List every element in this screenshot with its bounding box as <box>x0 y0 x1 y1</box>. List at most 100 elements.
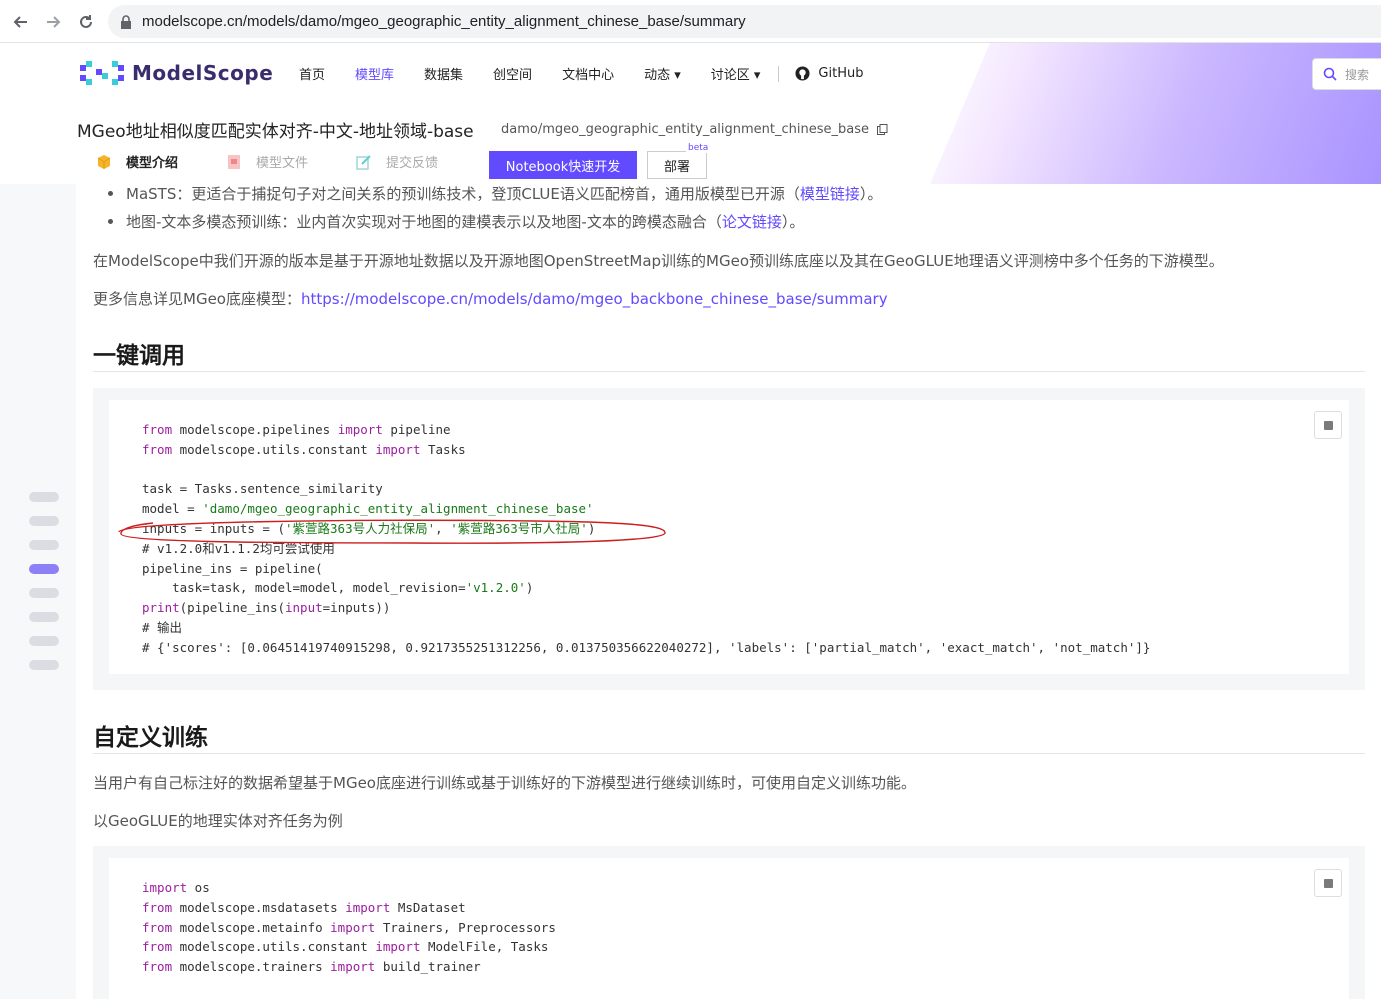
address-bar[interactable]: modelscope.cn/models/damo/mgeo_geographi… <box>108 5 1381 38</box>
code-token: build_trainer <box>375 959 481 975</box>
code-token: task=task, model=model, model_revision= <box>142 580 466 596</box>
model-header: MGeo地址相似度匹配实体对齐-中文-地址领域-base damo/mgeo_g… <box>0 105 1381 184</box>
code-token: # {'scores': [0.06451419740915298, 0.921… <box>142 639 1151 655</box>
search-input[interactable]: 搜索 <box>1312 58 1381 90</box>
logo-icon <box>80 61 124 85</box>
code-token: from <box>142 939 173 955</box>
code-token: pipeline <box>382 422 451 437</box>
toc-item[interactable] <box>29 612 59 622</box>
copy-icon <box>1323 420 1333 430</box>
modelscope-logo[interactable]: ModelScope <box>80 61 273 85</box>
nav-news-dropdown[interactable]: 动态 ▾ <box>644 64 681 83</box>
beta-badge: beta <box>686 143 711 153</box>
code-line: from modelscope.msdatasets import MsData… <box>142 898 556 918</box>
intro-paragraph: 在ModelScope中我们开源的版本是基于开源地址数据以及开源地图OpenSt… <box>93 252 1224 270</box>
more-info-text: 更多信息详见MGeo底座模型： <box>93 290 301 308</box>
code-token: import <box>337 422 383 437</box>
code-token: modelscope.metainfo <box>172 919 331 935</box>
site-header: ModelScope 首页 模型库 数据集 创空间 文档中心 动态 ▾ 讨论区 … <box>0 43 1381 105</box>
code-token: import <box>375 441 421 457</box>
paper-link[interactable]: 论文链接 <box>722 211 782 232</box>
nav-home[interactable]: 首页 <box>299 64 325 83</box>
copy-icon[interactable] <box>877 124 888 135</box>
nav-github[interactable]: GitHub <box>795 66 863 81</box>
code-token: ModelFile, Tasks <box>420 939 549 955</box>
bullet-map-text: 地图-文本多模态预训练：业内首次实现对于地图的建模表示以及地图-文本的跨模态融合… <box>108 211 804 232</box>
code-token: model = <box>142 501 203 517</box>
nav-docs[interactable]: 文档中心 <box>562 64 614 83</box>
browser-toolbar: modelscope.cn/models/damo/mgeo_geographi… <box>0 0 1381 43</box>
tab-model-files[interactable]: 模型文件 <box>226 152 308 171</box>
search-icon <box>1323 67 1337 81</box>
tab-feedback-label: 提交反馈 <box>386 156 439 171</box>
code-token: ) <box>525 580 534 596</box>
search-placeholder: 搜索 <box>1345 67 1370 82</box>
code-line: pipeline_ins = pipeline( <box>142 559 1150 579</box>
main-nav: 首页 模型库 数据集 创空间 文档中心 动态 ▾ 讨论区 ▾ GitHub <box>299 64 893 83</box>
model-link[interactable]: 模型链接 <box>800 183 860 204</box>
code-line: from modelscope.pipelines import pipelin… <box>142 420 1150 440</box>
back-arrow-icon[interactable] <box>8 9 34 35</box>
code-token: =inputs)) <box>322 600 391 616</box>
forward-arrow-icon[interactable] <box>40 9 66 35</box>
toc-item-active[interactable] <box>29 564 59 574</box>
heading-quick-call: 一键调用 <box>93 343 185 369</box>
backbone-link[interactable]: https://modelscope.cn/models/damo/mgeo_b… <box>301 290 888 308</box>
lock-icon <box>121 14 131 29</box>
nav-forum-dropdown[interactable]: 讨论区 ▾ <box>711 64 761 83</box>
toc-item[interactable] <box>29 588 59 598</box>
tab-model-intro[interactable]: 模型介绍 <box>96 152 178 171</box>
code-line: import os <box>142 878 556 898</box>
reload-icon[interactable] <box>73 9 99 35</box>
code-line: from modelscope.utils.constant import Ta… <box>142 440 1150 460</box>
toc-item[interactable] <box>29 492 59 502</box>
toc-item[interactable] <box>29 516 59 526</box>
toc-item[interactable] <box>29 540 59 550</box>
divider <box>93 371 1365 372</box>
code-token: print <box>142 600 180 616</box>
code-token: import <box>375 939 421 955</box>
notebook-button[interactable]: Notebook快速开发 <box>489 151 637 179</box>
deploy-button[interactable]: 部署 <box>647 151 707 179</box>
model-tabs: 模型介绍 模型文件 提交反馈 <box>96 152 486 171</box>
code-line: model = 'damo/mgeo_geographic_entity_ali… <box>142 499 1150 519</box>
toc-item[interactable] <box>29 660 59 670</box>
cube-icon <box>97 154 111 169</box>
code-token: input <box>285 600 323 616</box>
code-token: 'v1.2.0' <box>465 580 526 596</box>
nav-datasets[interactable]: 数据集 <box>424 64 463 83</box>
code-line: task=task, model=model, model_revision='… <box>142 578 1150 598</box>
code-lines: import os from modelscope.msdatasets impo… <box>142 878 556 977</box>
code-token: from <box>142 441 173 457</box>
bullet-text: MaSTS：更适合于捕捉句子对之间关系的预训练技术，登顶CLUE语义匹配榜首，通… <box>126 185 800 203</box>
tab-feedback[interactable]: 提交反馈 <box>356 152 438 171</box>
code-token: Trainers, Preprocessors <box>375 919 556 935</box>
code-line: from modelscope.trainers import build_tr… <box>142 957 556 977</box>
copy-code-button[interactable] <box>1314 411 1342 439</box>
tab-model-intro-label: 模型介绍 <box>126 156 179 171</box>
bullet-dot <box>108 219 113 224</box>
code-line: # 输出 <box>142 618 1150 638</box>
code-line: print(pipeline_ins(input=inputs)) <box>142 598 1150 618</box>
bullet-text-end: ）。 <box>781 213 805 231</box>
code-token: modelscope.utils.constant <box>172 441 376 457</box>
code-token: modelscope.trainers <box>172 959 331 975</box>
nav-models[interactable]: 模型库 <box>355 64 394 83</box>
code-token: from <box>142 959 173 975</box>
code-token: import <box>345 899 391 915</box>
toc-item[interactable] <box>29 636 59 646</box>
code-token: # 输出 <box>142 619 183 635</box>
left-sidebar <box>0 184 76 999</box>
code-token: pipeline_ins = pipeline( <box>142 560 323 576</box>
copy-code-button[interactable] <box>1314 869 1342 897</box>
code-token: import <box>142 880 188 895</box>
nav-studios[interactable]: 创空间 <box>493 64 532 83</box>
code-token: 'damo/mgeo_geographic_entity_alignment_c… <box>202 501 594 517</box>
training-paragraph: 当用户有自己标注好的数据希望基于MGeo底座进行训练或基于训练好的下游模型进行继… <box>93 774 916 792</box>
code-token: from <box>142 422 173 437</box>
more-info-paragraph: 更多信息详见MGeo底座模型：https://modelscope.cn/mod… <box>93 288 888 309</box>
code-block-training: import os from modelscope.msdatasets impo… <box>93 846 1365 999</box>
model-id: damo/mgeo_geographic_entity_alignment_ch… <box>501 122 888 137</box>
code-token: (pipeline_ins( <box>179 600 285 616</box>
